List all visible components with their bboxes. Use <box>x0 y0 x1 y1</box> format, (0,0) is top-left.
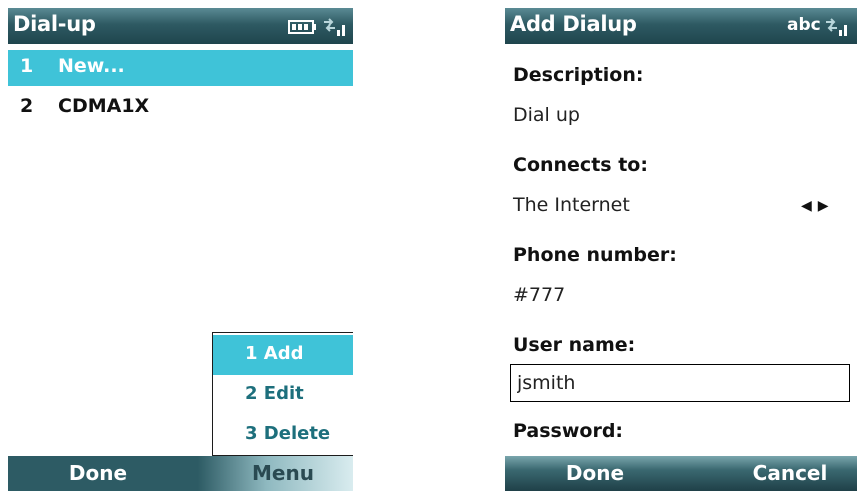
menu-item-delete[interactable]: 3 Delete <box>213 415 353 455</box>
title-bar: Dial-up <box>8 8 353 44</box>
softkey-bar: Done Menu <box>8 456 353 491</box>
list-item-new[interactable]: 1 New... <box>8 50 353 86</box>
input-mode-indicator: abc <box>787 15 821 35</box>
list-item-number: 2 <box>20 95 34 117</box>
list-item-number: 1 <box>20 55 34 77</box>
list-item-cdma1x[interactable]: 2 CDMA1X <box>8 90 353 126</box>
connects-to-value[interactable]: The Internet <box>513 194 630 216</box>
done-softkey[interactable]: Done <box>48 461 148 485</box>
page-title: Add Dialup <box>510 12 637 36</box>
menu-item-label: 1 Add <box>245 343 304 364</box>
title-bar: Add Dialup abc <box>505 8 857 44</box>
list-item-label: CDMA1X <box>58 95 150 117</box>
signal-data-icon <box>826 18 847 36</box>
menu-softkey[interactable]: Menu <box>233 461 333 485</box>
user-name-label: User name: <box>513 334 636 356</box>
connects-to-label: Connects to: <box>513 154 648 176</box>
status-icons <box>287 16 349 38</box>
cancel-softkey[interactable]: Cancel <box>735 461 845 485</box>
menu-item-edit[interactable]: 2 Edit <box>213 375 353 415</box>
context-menu: 1 Add 2 Edit 3 Delete <box>212 332 353 456</box>
description-label: Description: <box>513 64 644 86</box>
menu-item-label: 2 Edit <box>245 383 304 404</box>
page-title: Dial-up <box>13 12 96 36</box>
menu-item-label: 3 Delete <box>245 423 331 444</box>
list-item-label: New... <box>58 55 125 77</box>
left-right-arrows-icon[interactable]: ◀▶ <box>801 198 835 214</box>
add-dialup-screen: Add Dialup abc Description: Dial up Conn… <box>505 8 857 491</box>
user-name-input[interactable] <box>511 365 849 401</box>
signal-data-icon <box>324 18 345 36</box>
user-name-field[interactable] <box>510 364 850 402</box>
phone-number-value[interactable]: #777 <box>513 284 565 306</box>
menu-item-add[interactable]: 1 Add <box>213 335 353 375</box>
password-label: Password: <box>513 420 624 442</box>
dialup-screen: Dial-up 1 New... 2 CDMA1X 1 Add 2 Edit 3… <box>8 8 353 491</box>
softkey-bar: Done Cancel <box>505 456 857 491</box>
done-softkey[interactable]: Done <box>545 461 645 485</box>
status-icons: abc <box>787 15 853 38</box>
description-value[interactable]: Dial up <box>513 104 580 126</box>
phone-number-label: Phone number: <box>513 244 677 266</box>
